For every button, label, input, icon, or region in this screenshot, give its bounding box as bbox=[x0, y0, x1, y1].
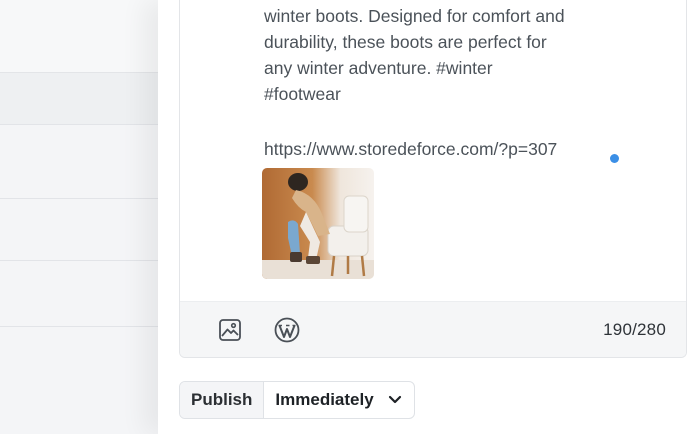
post-text-line: #footwear bbox=[264, 84, 341, 104]
background-row bbox=[0, 326, 158, 434]
post-composer-panel: winter boots. Designed for comfort and d… bbox=[158, 0, 700, 434]
post-text-line: any winter adventure. #winter bbox=[264, 58, 493, 78]
post-editor[interactable]: winter boots. Designed for comfort and d… bbox=[179, 0, 687, 358]
background-row bbox=[0, 260, 158, 326]
text-cursor-indicator bbox=[610, 154, 619, 163]
publish-control-group: Publish Immediately bbox=[179, 381, 415, 419]
post-text-line: winter boots. Designed for comfort and bbox=[264, 6, 565, 26]
background-list-panel bbox=[0, 0, 158, 434]
image-icon[interactable] bbox=[217, 317, 243, 343]
post-text-line: durability, these boots are perfect for bbox=[264, 32, 547, 52]
character-counter: 190/280 bbox=[603, 320, 666, 339]
background-header bbox=[0, 0, 158, 72]
thumbnail-image bbox=[262, 168, 374, 279]
post-link-text: https://www.storedeforce.com/?p=307 bbox=[264, 139, 558, 159]
background-row bbox=[0, 124, 158, 198]
editor-toolbar: 190/280 bbox=[180, 301, 686, 357]
post-body-text[interactable]: winter boots. Designed for comfort and d… bbox=[264, 3, 624, 107]
schedule-value: Immediately bbox=[275, 390, 374, 409]
wordpress-icon[interactable] bbox=[274, 317, 300, 343]
background-row bbox=[0, 198, 158, 260]
publish-button[interactable]: Publish bbox=[180, 382, 265, 418]
chevron-down-icon bbox=[388, 390, 402, 410]
attached-image-thumbnail[interactable] bbox=[262, 168, 374, 279]
schedule-dropdown[interactable]: Immediately bbox=[264, 382, 413, 418]
background-band bbox=[0, 72, 158, 124]
